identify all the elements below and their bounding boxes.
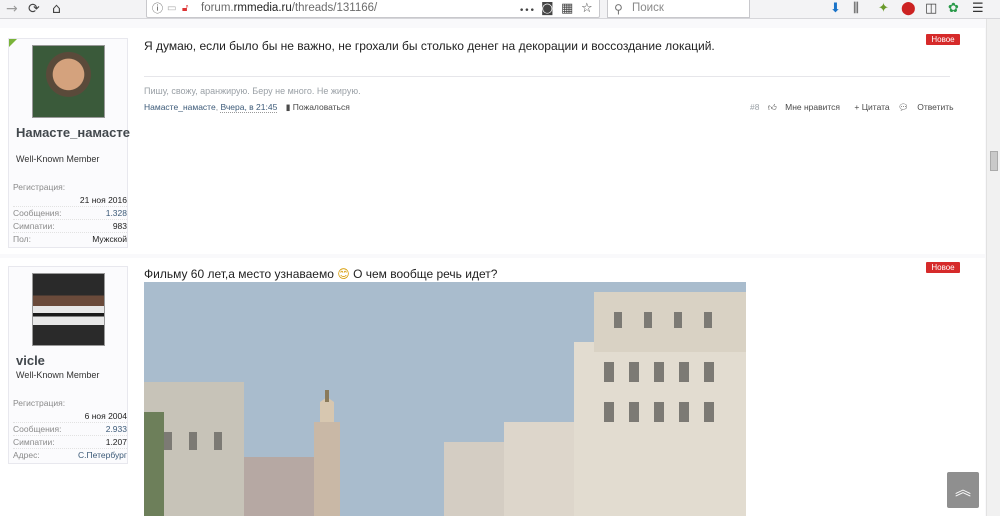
- extension-flower-icon[interactable]: ✿: [948, 1, 959, 17]
- signature: Пишу, свожу, аранжирую. Беру не много. Н…: [144, 86, 361, 96]
- meta-author-link[interactable]: Намасте_намасте: [144, 102, 216, 112]
- browser-toolbar: → ⟳ ⌂ ⓘ ▭ 🔓︎ forum.rmmedia.ru/threads/13…: [0, 0, 1000, 19]
- stat-value[interactable]: 1.328: [106, 208, 127, 218]
- post-meta: Намасте_намасте, Вчера, в 21:45 ▮ Пожало…: [144, 102, 350, 113]
- library-icon[interactable]: ⫼: [853, 1, 859, 17]
- stat-value: 1.207: [105, 437, 127, 447]
- stat-value[interactable]: С.Петербург: [78, 450, 127, 460]
- new-badge: Новое: [926, 34, 960, 45]
- address-bar[interactable]: ⓘ ▭ 🔓︎ forum.rmmedia.ru/threads/131166/ …: [146, 0, 600, 18]
- stat-value: Мужской: [92, 234, 127, 244]
- reload-icon[interactable]: ⟳: [28, 0, 40, 18]
- stat-label: Сообщения:: [13, 208, 62, 218]
- stat-label: Регистрация:: [13, 181, 66, 192]
- url-prefix: forum.: [201, 2, 234, 14]
- user-stats: Регистрация: 6 ноя 2004 Сообщения: 2.933 …: [13, 396, 127, 461]
- user-stats: Регистрация: 21 ноя 2016 Сообщения: 1.328…: [13, 180, 127, 245]
- username[interactable]: Намасте_намасте: [16, 126, 130, 139]
- insecure-lock-icon[interactable]: 🔓︎: [182, 1, 188, 17]
- page-actions-icon[interactable]: •••: [519, 3, 535, 19]
- new-badge: Новое: [926, 262, 960, 273]
- download-icon[interactable]: ⬇: [830, 1, 841, 17]
- pocket-icon[interactable]: ◙: [541, 1, 554, 17]
- home-icon[interactable]: ⌂: [52, 0, 61, 18]
- stat-registration-value: 6 ноя 2004: [13, 409, 127, 422]
- bookmark-star-icon[interactable]: ☆: [581, 1, 593, 17]
- page-scrollbar[interactable]: [986, 19, 1000, 516]
- like-label: Мне нравится: [785, 102, 841, 112]
- stat-value[interactable]: 2.933: [106, 424, 127, 434]
- speech-bubble-icon: 💬︎: [898, 102, 909, 112]
- thumbs-up-icon: 👍︎: [767, 102, 777, 112]
- stat-messages: Сообщения: 2.933: [13, 422, 127, 435]
- avatar[interactable]: [32, 45, 105, 118]
- post-message-text-after: О чем вообще речь идет?: [353, 267, 498, 281]
- user-panel: Намасте_намасте Well-Known Member Регист…: [8, 38, 130, 248]
- post-message-text: Фильму 60 лет,а место узнаваемо: [144, 267, 334, 281]
- reply-button[interactable]: 💬︎ Ответить: [898, 102, 960, 112]
- stat-gender: Пол: Мужской: [13, 232, 127, 245]
- signature-divider: [144, 76, 950, 77]
- extension-android-icon[interactable]: ✦: [878, 1, 889, 17]
- stat-likes: Симпатии: 1.207: [13, 435, 127, 448]
- url-path: /threads/131166/: [291, 2, 378, 14]
- scroll-to-top-button[interactable]: ︽: [947, 472, 979, 508]
- url-domain: rmmedia.ru: [233, 2, 292, 14]
- scrollbar-thumb[interactable]: [990, 151, 998, 171]
- user-role: Well-Known Member: [16, 154, 100, 164]
- smile-emoji-icon: 😊: [337, 267, 350, 281]
- stat-registration: Регистрация:: [13, 180, 127, 193]
- post-card: Намасте_намасте Well-Known Member Регист…: [0, 28, 985, 254]
- stat-label: Симпатии:: [13, 221, 55, 231]
- post-message: Фильму 60 лет,а место узнаваемо 😊 О чем …: [144, 267, 497, 281]
- user-panel: vicle Well-Known Member Регистрация: 6 н…: [8, 266, 128, 464]
- stat-label: Адрес:: [13, 450, 40, 460]
- info-icon[interactable]: ⓘ: [152, 1, 163, 17]
- post-number[interactable]: #8: [750, 102, 759, 112]
- stat-label: Регистрация:: [13, 397, 66, 408]
- stat-value: 983: [112, 221, 127, 231]
- stat-registration-value: 21 ноя 2016: [13, 193, 127, 206]
- stat-label: Симпатии:: [13, 437, 55, 447]
- like-button[interactable]: 👍︎ Мне нравится: [768, 102, 846, 112]
- menu-hamburger-icon[interactable]: ☰: [972, 1, 984, 17]
- forward-arrow-icon[interactable]: →: [6, 0, 18, 18]
- sidebar-icon[interactable]: ◫: [925, 1, 937, 17]
- new-marker: [9, 39, 17, 47]
- stat-value: 6 ноя 2004: [84, 410, 127, 421]
- adblock-icon[interactable]: ⬤: [901, 1, 916, 17]
- street-photo-drawing: [144, 282, 746, 516]
- post-message: Я думаю, если было бы не важно, не гроха…: [144, 39, 715, 53]
- stat-value: 21 ноя 2016: [79, 194, 127, 205]
- report-icon: ▮: [285, 102, 291, 112]
- reader-view-icon[interactable]: ▦: [561, 1, 573, 17]
- search-box[interactable]: ⚲ Поиск: [607, 0, 750, 18]
- search-placeholder: Поиск: [632, 2, 664, 14]
- username[interactable]: vicle: [16, 354, 126, 367]
- double-chevron-up-icon: ︽: [954, 480, 971, 499]
- stat-label: Сообщения:: [13, 424, 62, 434]
- url-text[interactable]: forum.rmmedia.ru/threads/131166/: [201, 2, 377, 14]
- stat-address: Адрес: С.Петербург: [13, 448, 127, 461]
- report-link[interactable]: Пожаловаться: [293, 102, 350, 112]
- stat-likes: Симпатии: 983: [13, 219, 127, 232]
- stat-registration: Регистрация:: [13, 396, 127, 409]
- stat-messages: Сообщения: 1.328: [13, 206, 127, 219]
- meta-time-link[interactable]: Вчера, в 21:45: [220, 102, 278, 113]
- user-role: Well-Known Member: [16, 370, 100, 380]
- search-icon: ⚲: [614, 2, 623, 16]
- avatar[interactable]: [32, 273, 105, 346]
- reply-label: Ответить: [917, 102, 954, 112]
- post-image[interactable]: [144, 282, 746, 516]
- post-actions: #8 👍︎ Мне нравится + Цитата 💬︎ Ответить: [750, 102, 966, 113]
- stat-label: Пол:: [13, 234, 31, 244]
- page-icon: ▭: [167, 3, 177, 14]
- quote-button[interactable]: + Цитата: [854, 102, 889, 112]
